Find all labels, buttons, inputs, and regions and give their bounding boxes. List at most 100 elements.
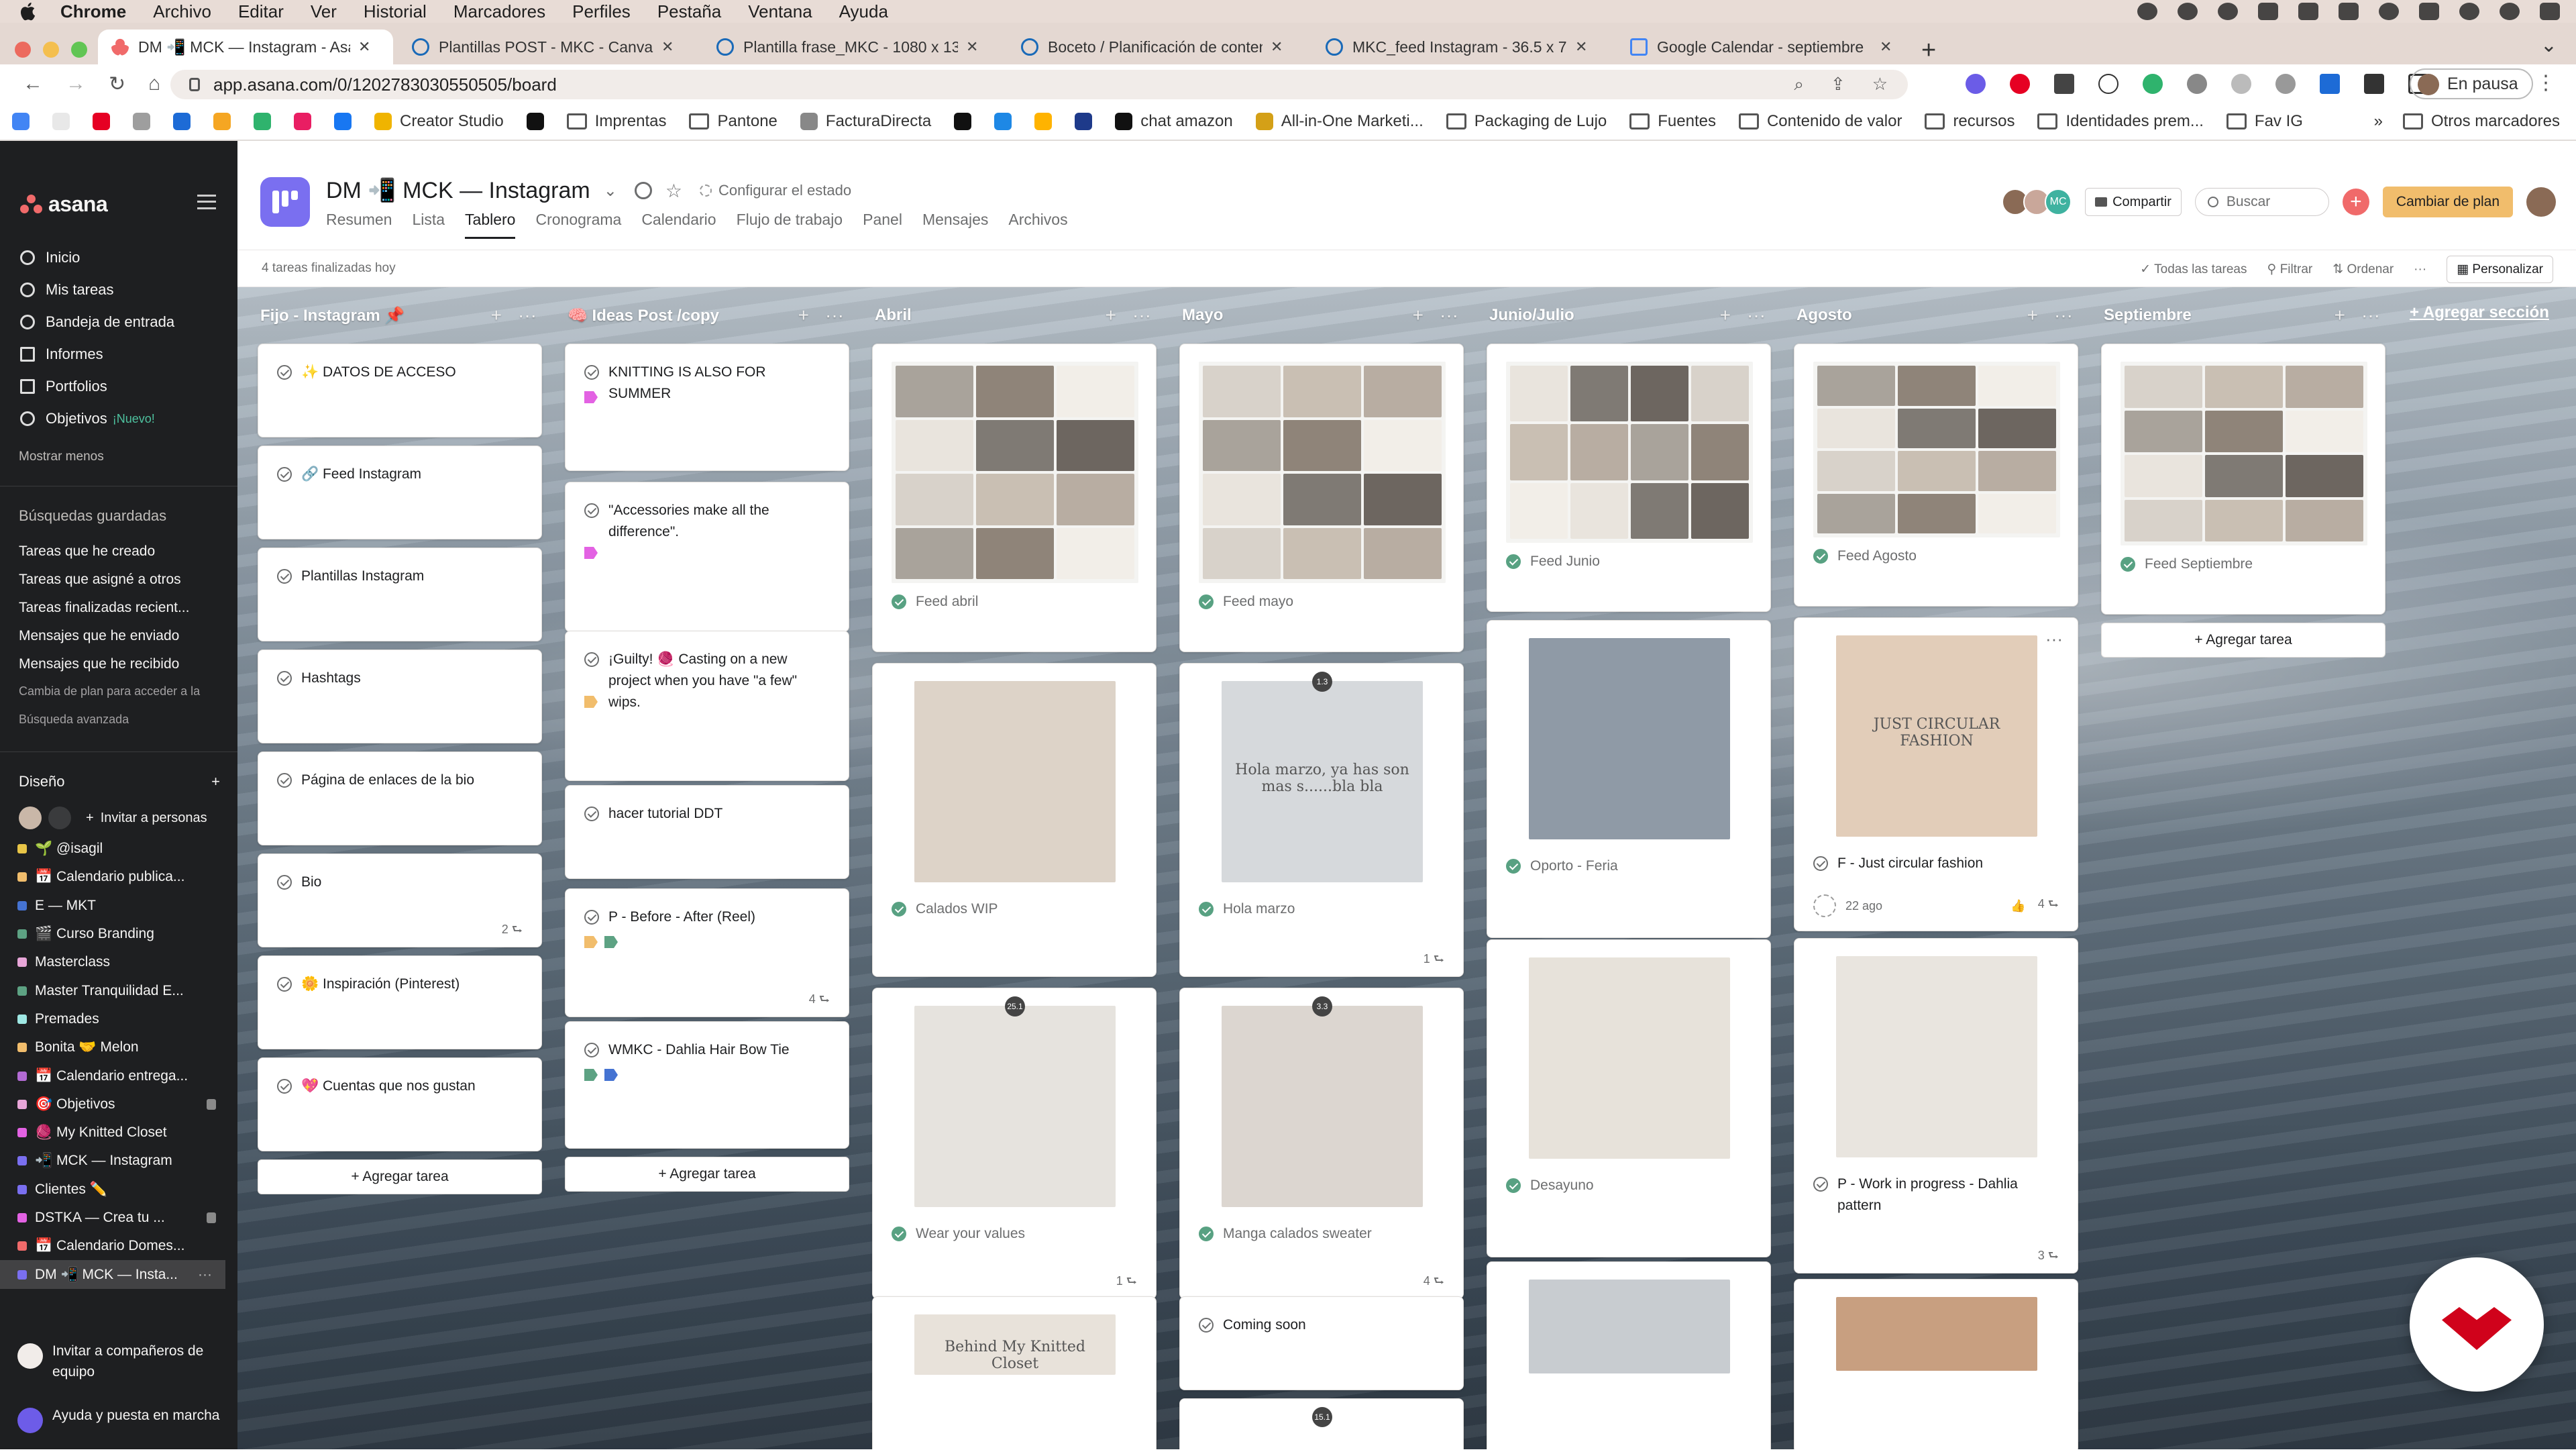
menu-ayuda[interactable]: Ayuda	[839, 1, 888, 22]
complete-check-icon[interactable]	[584, 807, 599, 821]
bookmark-item[interactable]: Fuentes	[1629, 112, 1716, 131]
task-title-row[interactable]: hacer tutorial DDT	[584, 803, 830, 825]
task-card[interactable]: Calados WIP	[872, 663, 1157, 977]
column-title[interactable]: Fijo - Instagram 📌	[260, 306, 405, 325]
subtask-count[interactable]: 4 ⮑	[809, 991, 830, 1011]
task-card[interactable]: 25.1 Wear your values 1 ⮑	[872, 988, 1157, 1299]
task-title-row[interactable]: Feed abril	[892, 591, 1137, 613]
bookmark-item[interactable]	[12, 113, 38, 130]
filter-button[interactable]: ⚲ Filtrar	[2267, 262, 2313, 277]
close-tab-icon[interactable]: ✕	[358, 38, 370, 56]
bookmark-item[interactable]	[1034, 113, 1060, 130]
complete-check-icon[interactable]	[584, 503, 599, 518]
apple-icon[interactable]	[19, 1, 36, 21]
column-header[interactable]: Septiembre + ···	[2101, 287, 2385, 344]
tab-resumen[interactable]: Resumen	[326, 211, 392, 239]
add-task-plus-icon[interactable]: +	[1720, 305, 1731, 326]
task-title-row[interactable]: Página de enlaces de la bio	[277, 770, 523, 791]
complete-check-icon[interactable]	[1199, 1318, 1214, 1333]
complete-check-icon[interactable]	[277, 875, 292, 890]
menu-marcadores[interactable]: Marcadores	[453, 1, 545, 22]
status-app-icon[interactable]	[2258, 3, 2278, 20]
tab-search-chevron-icon[interactable]: ⌄	[2540, 34, 2557, 57]
menu-historial[interactable]: Historial	[364, 1, 427, 22]
task-card[interactable]: 3.3 Manga calados sweater 4 ⮑	[1179, 988, 1464, 1299]
extension-icon[interactable]	[1966, 74, 1986, 94]
task-card[interactable]: Desayuno	[1487, 939, 1771, 1257]
complete-check-icon[interactable]	[1813, 549, 1828, 564]
invite-team-button[interactable]: Invitar a compañeros de equipo	[17, 1341, 225, 1382]
bookmark-item[interactable]: Fav IG	[2226, 112, 2303, 131]
tab-mensajes[interactable]: Mensajes	[922, 211, 988, 239]
task-card[interactable]: WMKC - Dahlia Hair Bow Tie	[565, 1021, 849, 1149]
lock-icon[interactable]	[189, 78, 200, 91]
bookmark-item[interactable]	[173, 113, 199, 130]
screen-icon[interactable]	[2298, 3, 2318, 20]
add-section-button[interactable]: + Agregar sección	[2410, 303, 2549, 322]
subtask-count[interactable]: 1 ⮑	[1424, 951, 1444, 971]
advanced-search-link[interactable]: Búsqueda avanzada	[19, 713, 200, 741]
column-header[interactable]: 🧠 Ideas Post /copy + ···	[565, 287, 849, 344]
task-title-row[interactable]: Wear your values	[892, 1223, 1137, 1245]
tab-tablero[interactable]: Tablero	[465, 211, 516, 239]
bookmark-item[interactable]	[526, 113, 552, 130]
tab-cronograma[interactable]: Cronograma	[535, 211, 621, 239]
sidebar-project-item[interactable]: 🧶 My Knitted Closet	[17, 1119, 225, 1147]
more-options-icon[interactable]: ···	[2414, 262, 2426, 277]
add-task-plus-icon[interactable]: +	[798, 305, 809, 326]
complete-check-icon[interactable]	[892, 902, 906, 917]
more-options-icon[interactable]: ···	[198, 1267, 212, 1283]
tab-flujo-de-trabajo[interactable]: Flujo de trabajo	[737, 211, 843, 239]
create-button[interactable]: +	[2342, 189, 2369, 215]
add-task-plus-icon[interactable]: +	[1106, 305, 1116, 326]
task-title-row[interactable]: KNITTING IS ALSO FOR SUMMER	[584, 362, 830, 405]
task-title-row[interactable]: Oporto - Feria	[1506, 855, 1752, 877]
more-options-icon[interactable]: ···	[825, 305, 844, 326]
tab-calendario[interactable]: Calendario	[641, 211, 716, 239]
task-card[interactable]: ✨ DATOS DE ACCESO	[258, 344, 542, 437]
sidebar-project-item[interactable]: 🎯 Objetivos	[17, 1090, 225, 1119]
bookmark-item[interactable]: Packaging de Lujo	[1446, 112, 1607, 131]
set-status-button[interactable]: Configurar el estado	[699, 182, 851, 199]
complete-check-icon[interactable]	[277, 569, 292, 584]
bookmark-item[interactable]	[954, 113, 979, 130]
subtask-count[interactable]: 2 ⮑	[502, 921, 523, 941]
task-card[interactable]: hacer tutorial DDT	[565, 785, 849, 879]
bookmark-item[interactable]: Creator Studio	[374, 112, 504, 131]
task-card[interactable]: P - Work in progress - Dahlia pattern 3 ⮑	[1794, 938, 2078, 1273]
team-name[interactable]: Diseño	[19, 773, 64, 790]
task-card[interactable]	[1487, 1261, 1771, 1449]
task-card[interactable]: "Accessories make all the difference".	[565, 482, 849, 632]
more-options-icon[interactable]: ···	[2054, 305, 2073, 326]
bookmark-item[interactable]: Contenido de valor	[1738, 112, 1902, 131]
more-options-icon[interactable]: ···	[2045, 629, 2063, 649]
add-task-button[interactable]: + Agregar tarea	[2101, 623, 2385, 658]
task-title-row[interactable]: Feed Agosto	[1813, 545, 2059, 567]
add-task-plus-icon[interactable]: +	[2027, 305, 2038, 326]
bookmark-item[interactable]	[994, 113, 1020, 130]
info-icon[interactable]	[634, 182, 652, 199]
task-title-row[interactable]: ✨ DATOS DE ACCESO	[277, 362, 523, 383]
zoom-icon[interactable]: ⌕	[1794, 74, 1804, 95]
due-date[interactable]: 22 ago	[1845, 899, 1882, 913]
subtask-count[interactable]: 1 ⮑	[1116, 1273, 1137, 1293]
bookmark-item[interactable]	[254, 113, 279, 130]
task-title-row[interactable]: Hashtags	[277, 668, 523, 689]
saved-search-item[interactable]: Mensajes que he enviado	[19, 628, 200, 656]
upgrade-plan-button[interactable]: Cambiar de plan	[2382, 187, 2513, 217]
subtask-icon[interactable]: ⮑	[2048, 897, 2059, 911]
bookmark-item[interactable]: chat amazon	[1115, 112, 1233, 131]
menu-ventana[interactable]: Ventana	[748, 1, 812, 22]
sidebar-project-item[interactable]: Masterclass	[17, 948, 225, 976]
column-header[interactable]: Junio/Julio + ···	[1487, 287, 1771, 344]
complete-check-icon[interactable]	[1506, 859, 1521, 874]
sidebar-project-item[interactable]: 📅 Calendario entrega...	[17, 1061, 225, 1090]
sidebar-item-objetivos[interactable]: Objetivos ¡Nuevo!	[20, 403, 174, 435]
task-card[interactable]: 🌼 Inspiración (Pinterest)	[258, 955, 542, 1049]
complete-check-icon[interactable]	[584, 652, 599, 667]
task-card[interactable]	[1794, 1279, 2078, 1449]
task-card[interactable]: 💖 Cuentas que nos gustan	[258, 1057, 542, 1151]
sidebar-project-item[interactable]: 🌱 @isagil	[17, 835, 225, 863]
more-options-icon[interactable]: ···	[2361, 305, 2380, 326]
task-title-row[interactable]: "Accessories make all the difference".	[584, 500, 830, 543]
